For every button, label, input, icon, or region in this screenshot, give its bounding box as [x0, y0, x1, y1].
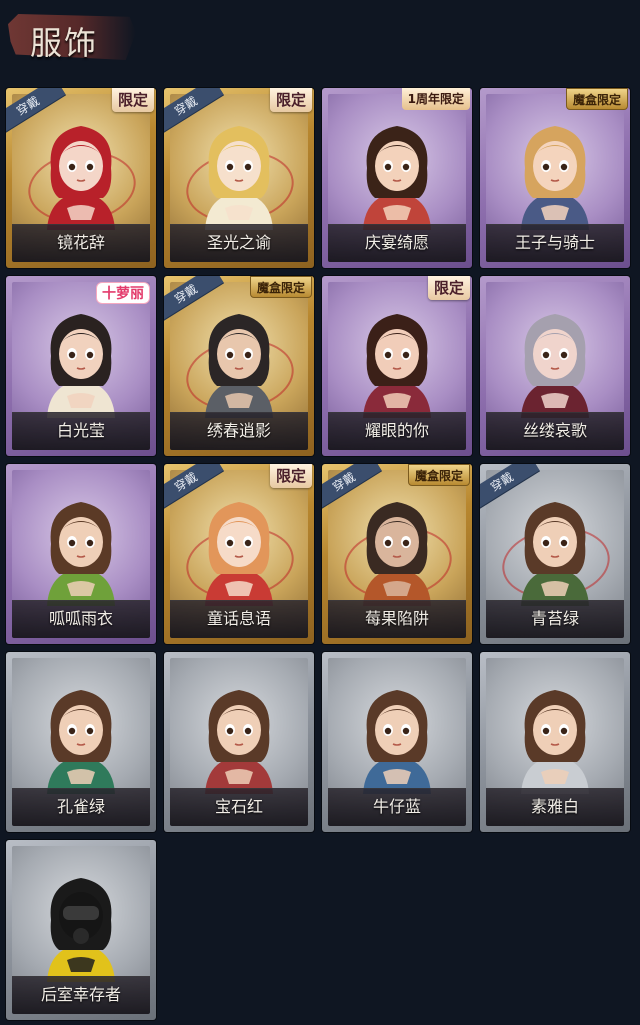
costume-name: 庆宴绮愿: [364, 233, 429, 252]
costume-card[interactable]: 耀眼的你 限定: [322, 276, 472, 456]
card-portrait-area: 庆宴绮愿: [328, 94, 466, 262]
character-portrait: [33, 676, 129, 794]
card-portrait-area: 白光莹: [12, 282, 150, 450]
costume-name: 青苔绿: [530, 609, 579, 628]
costume-card[interactable]: 庆宴绮愿 1周年限定: [322, 88, 472, 268]
limit-tag-badge: 限定: [269, 464, 312, 488]
costume-card[interactable]: 呱呱雨衣: [6, 464, 156, 644]
costume-card[interactable]: 丝缕哀歌: [480, 276, 630, 456]
card-portrait-area: 牛仔蓝: [328, 658, 466, 826]
costume-card[interactable]: 素雅白: [480, 652, 630, 832]
name-bar: 庆宴绮愿: [328, 224, 466, 262]
card-portrait-area: 丝缕哀歌: [486, 282, 624, 450]
costume-name: 王子与骑士: [514, 233, 595, 252]
costume-card[interactable]: 白光莹 十萝丽: [6, 276, 156, 456]
anniv-tag-badge: 1周年限定: [401, 88, 470, 110]
section-header: 服饰: [0, 0, 640, 80]
costume-name: 丝缕哀歌: [522, 421, 587, 440]
character-portrait: [191, 488, 287, 606]
costume-name: 呱呱雨衣: [48, 609, 113, 628]
costume-name: 莓果陷阱: [364, 609, 429, 628]
section-title: 服饰: [30, 24, 99, 62]
costume-name: 孔雀绿: [56, 797, 105, 816]
card-portrait-area: 莓果陷阱: [328, 470, 466, 638]
name-bar: 后室幸存者: [12, 976, 150, 1014]
name-bar: 丝缕哀歌: [486, 412, 624, 450]
costume-card[interactable]: 青苔绿 穿戴: [480, 464, 630, 644]
character-portrait: [191, 676, 287, 794]
character-portrait: [33, 864, 129, 982]
card-portrait-area: 呱呱雨衣: [12, 470, 150, 638]
costume-name: 后室幸存者: [40, 985, 121, 1004]
name-bar: 镜花辞: [12, 224, 150, 262]
lolita-tag-badge: 十萝丽: [96, 282, 150, 304]
costume-card[interactable]: 孔雀绿: [6, 652, 156, 832]
costume-card[interactable]: 镜花辞 穿戴 限定: [6, 88, 156, 268]
card-portrait-area: 青苔绿: [486, 470, 624, 638]
card-portrait-area: 素雅白: [486, 658, 624, 826]
character-portrait: [33, 488, 129, 606]
box-tag-badge: 魔盒限定: [407, 464, 470, 486]
costume-card[interactable]: 王子与骑士 魔盒限定: [480, 88, 630, 268]
character-portrait: [349, 112, 445, 230]
card-portrait-area: 童话息语: [170, 470, 308, 638]
costume-name: 白光莹: [56, 421, 105, 440]
name-bar: 耀眼的你: [328, 412, 466, 450]
card-portrait-area: 后室幸存者: [12, 846, 150, 1014]
box-tag-badge: 魔盒限定: [565, 88, 628, 110]
name-bar: 牛仔蓝: [328, 788, 466, 826]
name-bar: 呱呱雨衣: [12, 600, 150, 638]
character-portrait: [191, 300, 287, 418]
card-portrait-area: 王子与骑士: [486, 94, 624, 262]
name-bar: 青苔绿: [486, 600, 624, 638]
character-portrait: [349, 488, 445, 606]
name-bar: 孔雀绿: [12, 788, 150, 826]
character-portrait: [349, 300, 445, 418]
name-bar: 素雅白: [486, 788, 624, 826]
character-portrait: [349, 676, 445, 794]
limit-tag-badge: 限定: [427, 276, 470, 300]
card-portrait-area: 孔雀绿: [12, 658, 150, 826]
costume-card[interactable]: 圣光之谕 穿戴 限定: [164, 88, 314, 268]
card-portrait-area: 镜花辞: [12, 94, 150, 262]
card-portrait-area: 宝石红: [170, 658, 308, 826]
costume-card[interactable]: 绣春逍影 穿戴 魔盒限定: [164, 276, 314, 456]
costume-card[interactable]: 莓果陷阱 穿戴 魔盒限定: [322, 464, 472, 644]
name-bar: 王子与骑士: [486, 224, 624, 262]
costume-card[interactable]: 童话息语 穿戴 限定: [164, 464, 314, 644]
costume-name: 耀眼的你: [364, 421, 429, 440]
costume-name: 宝石红: [214, 797, 263, 816]
costume-name: 牛仔蓝: [372, 797, 421, 816]
character-portrait: [191, 112, 287, 230]
card-portrait-area: 圣光之谕: [170, 94, 308, 262]
card-portrait-area: 绣春逍影: [170, 282, 308, 450]
name-bar: 宝石红: [170, 788, 308, 826]
card-portrait-area: 耀眼的你: [328, 282, 466, 450]
name-bar: 童话息语: [170, 600, 308, 638]
name-bar: 莓果陷阱: [328, 600, 466, 638]
box-tag-badge: 魔盒限定: [249, 276, 312, 298]
costume-name: 镜花辞: [56, 233, 105, 252]
costume-card[interactable]: 后室幸存者: [6, 840, 156, 1020]
character-portrait: [507, 676, 603, 794]
name-bar: 绣春逍影: [170, 412, 308, 450]
name-bar: 圣光之谕: [170, 224, 308, 262]
costume-name: 绣春逍影: [206, 421, 271, 440]
character-portrait: [507, 112, 603, 230]
limit-tag-badge: 限定: [269, 88, 312, 112]
limit-tag-badge: 限定: [111, 88, 154, 112]
character-portrait: [33, 300, 129, 418]
character-portrait: [507, 488, 603, 606]
costume-name: 素雅白: [530, 797, 579, 816]
costume-name: 童话息语: [206, 609, 271, 628]
character-portrait: [507, 300, 603, 418]
name-bar: 白光莹: [12, 412, 150, 450]
character-portrait: [33, 112, 129, 230]
costume-name: 圣光之谕: [206, 233, 271, 252]
costume-card[interactable]: 牛仔蓝: [322, 652, 472, 832]
costume-card[interactable]: 宝石红: [164, 652, 314, 832]
